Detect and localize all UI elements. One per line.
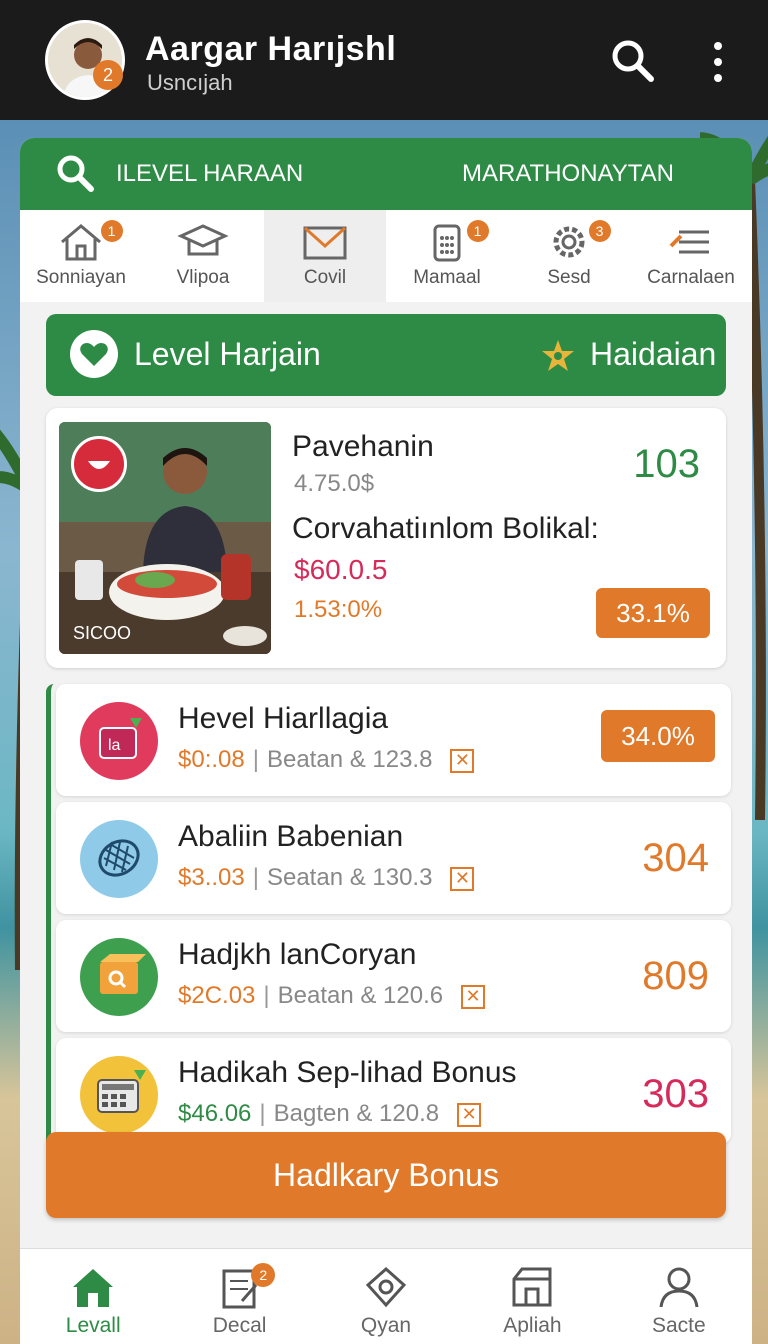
list-item-meta: $46.06 | Bagten & 120.8 ✕	[178, 1100, 482, 1128]
list-icon	[669, 230, 709, 254]
list-item-value: 809	[642, 954, 709, 998]
search-right-label[interactable]: MARATHONAYTAN	[462, 160, 674, 188]
featured-card[interactable]: SICOO Pavehanin 4.75.0$ 103 Corvahatiınl…	[46, 408, 726, 668]
nav-label: Decal	[212, 1314, 267, 1337]
nav-item-apliah[interactable]: Apliah	[459, 1249, 605, 1344]
star-icon	[542, 340, 574, 371]
category-label: Mamaal	[413, 267, 481, 288]
nav-item-qyan[interactable]: Qyan	[313, 1249, 459, 1344]
tag-icon	[365, 1266, 407, 1308]
featured-subtitle: 4.75.0$	[294, 470, 375, 497]
mail-icon	[303, 226, 347, 260]
search-bar[interactable]: ILEVEL HARAAN MARATHONAYTAN	[20, 138, 752, 210]
category-item-calculator[interactable]: 1 Mamaal	[386, 210, 508, 302]
nav-badge: 2	[251, 1263, 276, 1287]
category-item-education[interactable]: Vlipoa	[142, 210, 264, 302]
category-badge: 1	[466, 220, 489, 242]
box-icon	[80, 938, 158, 1016]
nav-item-decal[interactable]: 2 Decal	[166, 1249, 312, 1344]
person-icon	[659, 1267, 699, 1308]
featured-percent: 1.53:0%	[294, 596, 383, 623]
nav-label: Levall	[65, 1314, 121, 1337]
search-icon	[57, 155, 94, 192]
list-item-title: Abaliin Babenian	[178, 820, 404, 853]
graduation-cap-icon	[177, 224, 229, 256]
list-item-value: 303	[642, 1072, 709, 1116]
list-item[interactable]: la Hevel Hiarllagia $0:.08 | Beatan & 123.…	[56, 684, 731, 796]
waffle-icon	[80, 820, 158, 898]
level-banner[interactable]: Level Harjain Haidaian	[46, 314, 726, 396]
level-right-label: Haidaian	[590, 336, 717, 372]
more-vertical-icon[interactable]	[706, 40, 730, 84]
list-item[interactable]: Abaliin Babenian $3..03 | Seatan & 130.3 ✕ …	[56, 802, 731, 914]
featured-number: 103	[633, 442, 700, 486]
nav-label: Qyan	[360, 1314, 412, 1337]
list-item-meta: $2C.03 | Beatan & 120.6 ✕	[178, 982, 486, 1010]
nav-label: Sacte	[651, 1314, 706, 1337]
heart-icon	[70, 330, 118, 378]
home-icon	[61, 224, 101, 261]
search-icon[interactable]	[608, 36, 656, 84]
close-icon[interactable]: ✕	[450, 866, 475, 891]
list-item-value: 304	[642, 836, 709, 880]
list-item-meta: $3..03 | Seatan & 130.3 ✕	[178, 864, 475, 892]
home-icon	[73, 1269, 114, 1307]
calculator-icon	[80, 1056, 158, 1134]
list-item-title: Hevel Hiarllagia	[178, 702, 389, 735]
nav-item-level[interactable]: Levall	[20, 1249, 166, 1344]
search-left-label: ILEVEL HARAAN	[116, 160, 304, 187]
list-item-title: Hadjkh lanCoryan	[178, 938, 417, 971]
category-bar: 1 Sonniayan Vlipoa Covil 1 Mamaal 3 Sesd…	[20, 210, 752, 302]
user-name: Aargar Harıjshl	[145, 30, 397, 68]
category-label: Covil	[303, 267, 347, 288]
offer-list: la Hevel Hiarllagia $0:.08 | Beatan & 123.…	[46, 684, 731, 1144]
list-item-meta: $0:.08 | Beatan & 123.8 ✕	[178, 746, 475, 774]
list-item[interactable]: Hadikah Sep-lihad Bonus $46.06 | Bagten & …	[56, 1038, 731, 1144]
close-icon[interactable]: ✕	[450, 748, 475, 773]
category-label: Vlipoa	[176, 267, 230, 288]
featured-price: $60.0.5	[294, 554, 388, 585]
featured-photo: SICOO	[59, 422, 271, 654]
list-item-title: Hadikah Sep-lihad Bonus	[178, 1056, 517, 1089]
gift-bag-icon: la	[80, 702, 158, 780]
list-item[interactable]: Hadjkh lanCoryan $2C.03 | Beatan & 120.6 ✕ …	[56, 920, 731, 1032]
category-badge: 1	[100, 220, 123, 242]
category-label: Carnalaen	[647, 267, 735, 288]
store-icon	[512, 1267, 552, 1307]
category-label: Sesd	[547, 267, 591, 288]
svg-text:la: la	[108, 737, 121, 754]
featured-badge[interactable]: 33.1%	[596, 588, 710, 638]
featured-line: Corvahatiınlom Bolikal:	[292, 512, 599, 545]
avatar-badge: 2	[93, 60, 123, 90]
gear-icon	[553, 226, 585, 258]
calculator-icon	[433, 224, 461, 262]
featured-title: Pavehanin	[292, 430, 434, 463]
category-badge: 3	[588, 220, 611, 242]
list-item-badge[interactable]: 34.0%	[601, 710, 715, 762]
photo-caption: SICOO	[73, 623, 132, 643]
close-icon[interactable]: ✕	[461, 984, 486, 1009]
user-subtitle: Usncıjah	[147, 70, 233, 95]
level-title: Level Harjain	[134, 336, 321, 372]
bottom-nav: Levall 2 Decal Qyan Apliah Sacte	[20, 1248, 752, 1344]
nav-item-sacte[interactable]: Sacte	[606, 1249, 752, 1344]
app-bar: 2 Aargar Harıjshl Usncıjah	[0, 0, 768, 120]
category-item-settings[interactable]: 3 Sesd	[508, 210, 630, 302]
category-label: Sonniayan	[36, 267, 126, 288]
close-icon[interactable]: ✕	[457, 1102, 482, 1127]
bonus-button[interactable]: Hadlkary Bonus	[46, 1132, 726, 1218]
main-card: ILEVEL HARAAN MARATHONAYTAN 1 Sonniayan …	[20, 138, 752, 1344]
smile-badge-icon	[71, 436, 127, 492]
nav-label: Apliah	[503, 1314, 562, 1337]
category-item-mail[interactable]: Covil	[264, 210, 386, 302]
category-item-list[interactable]: Carnalaen	[630, 210, 752, 302]
category-item-home[interactable]: 1 Sonniayan	[20, 210, 142, 302]
